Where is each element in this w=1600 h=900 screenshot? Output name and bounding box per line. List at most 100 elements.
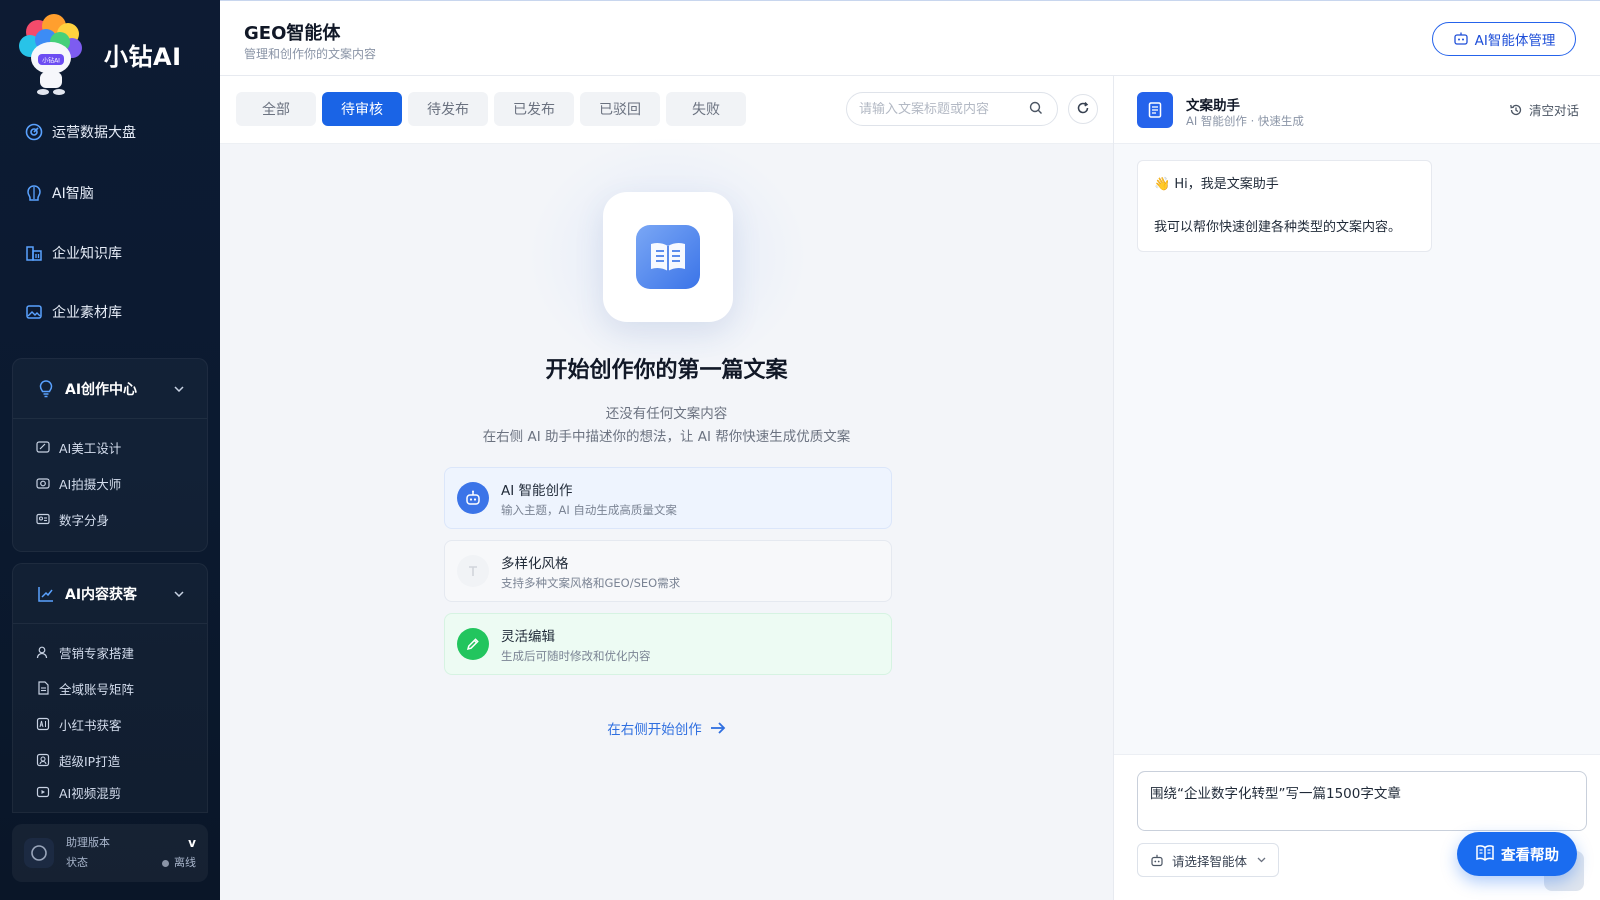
nav-subitem-label: AI视频混剪	[59, 785, 122, 801]
nav-item-ai-brain[interactable]: AI智脑	[24, 183, 94, 203]
help-button-label: 查看帮助	[1501, 847, 1559, 864]
status-ring-icon	[24, 838, 54, 868]
refresh-icon	[1076, 100, 1090, 119]
assistant-subtitle: AI 智能创作 · 快速生成	[1186, 114, 1304, 128]
chevron-down-icon	[173, 588, 185, 600]
nav-subitem-label: 超级IP打造	[59, 753, 121, 769]
status-value: 离线	[174, 856, 196, 869]
assistant-intro: 我可以帮你快速创建各种类型的文案内容。	[1154, 220, 1402, 235]
version-label: 助理版本	[66, 836, 110, 849]
robot-icon	[1150, 853, 1164, 867]
nav-subitem-super-ip[interactable]: 超级IP打造	[13, 742, 207, 778]
feature-title: AI 智能创作	[501, 482, 573, 499]
feature-desc: 支持多种文案风格和GEO/SEO需求	[501, 575, 681, 590]
history-icon	[1509, 103, 1523, 117]
feature-card-ai-creation: AI 智能创作 输入主题，AI 自动生成高质量文案	[444, 467, 892, 529]
nav-subitem-marketing-expert[interactable]: 营销专家搭建	[13, 634, 207, 670]
pencil-icon	[457, 628, 489, 660]
nav-item-knowledge-base[interactable]: 企业知识库	[24, 243, 122, 263]
nav-group-label: AI创作中心	[65, 381, 138, 398]
offline-dot-icon	[162, 859, 169, 867]
search-box	[846, 92, 1058, 126]
nav-group-header-ai-acquisition[interactable]: AI内容获客	[13, 564, 207, 624]
nav-subitem-account-matrix[interactable]: 全域账号矩阵	[13, 670, 207, 706]
brand[interactable]: 小钻AI 小钻AI	[16, 12, 182, 96]
camera-icon	[35, 475, 51, 491]
ip-icon	[35, 752, 51, 768]
agent-management-label: AI智能体管理	[1474, 33, 1556, 49]
book-icon	[1475, 844, 1495, 864]
nav-subitem-label: 小红书获客	[59, 717, 122, 733]
tab-pending-publish[interactable]: 待发布	[408, 92, 488, 126]
refresh-button[interactable]	[1068, 94, 1098, 124]
nav-group-label: AI内容获客	[65, 586, 138, 603]
clear-chat-button[interactable]: 清空对话	[1509, 100, 1579, 119]
robot-icon	[457, 482, 489, 514]
nav-group-header-ai-creation[interactable]: AI创作中心	[13, 359, 207, 419]
search-icon[interactable]	[1029, 101, 1045, 117]
assistant-version-card[interactable]: 助理版本 状态 v 离线	[12, 824, 208, 882]
nav-subitem-label: 全域账号矩阵	[59, 681, 135, 697]
assistant-greeting: 👋 Hi，我是文案助手	[1154, 177, 1279, 192]
tab-rejected[interactable]: 已驳回	[580, 92, 660, 126]
page-title: GEO智能体	[244, 23, 341, 44]
feature-desc: 输入主题，AI 自动生成高质量文案	[501, 502, 677, 517]
nav-subitem-label: AI拍摄大师	[59, 476, 122, 492]
tab-pending-review[interactable]: 待审核	[322, 92, 402, 126]
nav-group-ai-creation: AI创作中心 AI美工设计 AI拍摄大师 数字分身	[12, 358, 208, 552]
agent-management-button[interactable]: AI智能体管理	[1432, 22, 1576, 56]
assistant-header: 文案助手 AI 智能创作 · 快速生成 清空对话	[1114, 76, 1600, 144]
user-expert-icon	[35, 644, 51, 660]
agent-select-label: 请选择智能体	[1172, 853, 1248, 869]
nav-label: 企业素材库	[52, 305, 122, 321]
chevron-down-icon	[173, 383, 185, 395]
nav-subitem-digital-avatar[interactable]: 数字分身	[13, 501, 207, 537]
page-header: GEO智能体 管理和创作你的文案内容 AI智能体管理	[220, 0, 1600, 76]
chevron-down-icon	[1257, 857, 1266, 863]
nav-subitem-video-mix[interactable]: AI视频混剪	[13, 778, 207, 806]
robot-manage-icon	[1453, 31, 1469, 47]
empty-state-illustration	[603, 192, 733, 322]
clear-chat-label: 清空对话	[1528, 103, 1579, 118]
text-style-icon	[457, 555, 489, 587]
document-assistant-icon	[1137, 92, 1173, 128]
design-icon	[35, 439, 51, 455]
trend-chart-icon	[35, 583, 57, 605]
book-open-icon	[636, 225, 700, 289]
feature-desc: 生成后可随时修改和优化内容	[501, 648, 651, 663]
chat-input[interactable]: 围绕“企业数字化转型”写一篇1500字文章	[1137, 771, 1587, 831]
tab-all[interactable]: 全部	[236, 92, 316, 126]
feature-card-editing: 灵活编辑 生成后可随时修改和优化内容	[444, 613, 892, 675]
version-value: v	[188, 836, 196, 850]
nav-subitem-label: AI美工设计	[59, 440, 122, 456]
start-creating-link[interactable]: 在右侧开始创作	[220, 718, 1113, 738]
ai-badge-icon	[35, 716, 51, 732]
lightbulb-icon	[35, 378, 57, 400]
sidebar: 小钻AI 小钻AI 运营数据大盘 AI智脑 企业知识库 企业素材库 AI创作中心…	[0, 0, 220, 900]
empty-state-desc: 还没有任何文案内容	[605, 406, 728, 422]
agent-select-dropdown[interactable]: 请选择智能体	[1137, 843, 1279, 877]
id-card-icon	[35, 511, 51, 527]
help-button[interactable]: 查看帮助	[1457, 832, 1577, 876]
nav-subitem-ai-camera[interactable]: AI拍摄大师	[13, 465, 207, 501]
nav-label: AI智脑	[52, 186, 94, 202]
content-main: 全部 待审核 待发布 已发布 已驳回 失败 开始创作你的第一篇文案 还没有任何文…	[220, 76, 1113, 900]
mascot-logo: 小钻AI	[16, 12, 86, 96]
start-creating-label: 在右侧开始创作	[607, 722, 702, 738]
nav-subitem-label: 数字分身	[59, 512, 110, 528]
feature-title: 多样化风格	[501, 555, 569, 572]
tab-published[interactable]: 已发布	[494, 92, 574, 126]
chat-input-area: 围绕“企业数字化转型”写一篇1500字文章 请选择智能体	[1114, 754, 1600, 900]
status-tabs-bar: 全部 待审核 待发布 已发布 已驳回 失败	[220, 76, 1113, 144]
nav-item-image-library[interactable]: 企业素材库	[24, 302, 122, 322]
feature-title: 灵活编辑	[501, 628, 555, 645]
empty-state-hint: 在右侧 AI 助手中描述你的想法，让 AI 帮你快速生成优质文案	[482, 429, 851, 445]
empty-state-title: 开始创作你的第一篇文案	[545, 358, 788, 383]
arrow-right-icon	[710, 721, 726, 735]
nav-item-dashboard[interactable]: 运营数据大盘	[24, 122, 136, 142]
tab-failed[interactable]: 失败	[666, 92, 746, 126]
image-library-icon	[24, 302, 44, 322]
nav-subitem-xiaohongshu[interactable]: 小红书获客	[13, 706, 207, 742]
nav-subitem-ai-design[interactable]: AI美工设计	[13, 429, 207, 465]
search-input[interactable]	[859, 101, 1025, 117]
